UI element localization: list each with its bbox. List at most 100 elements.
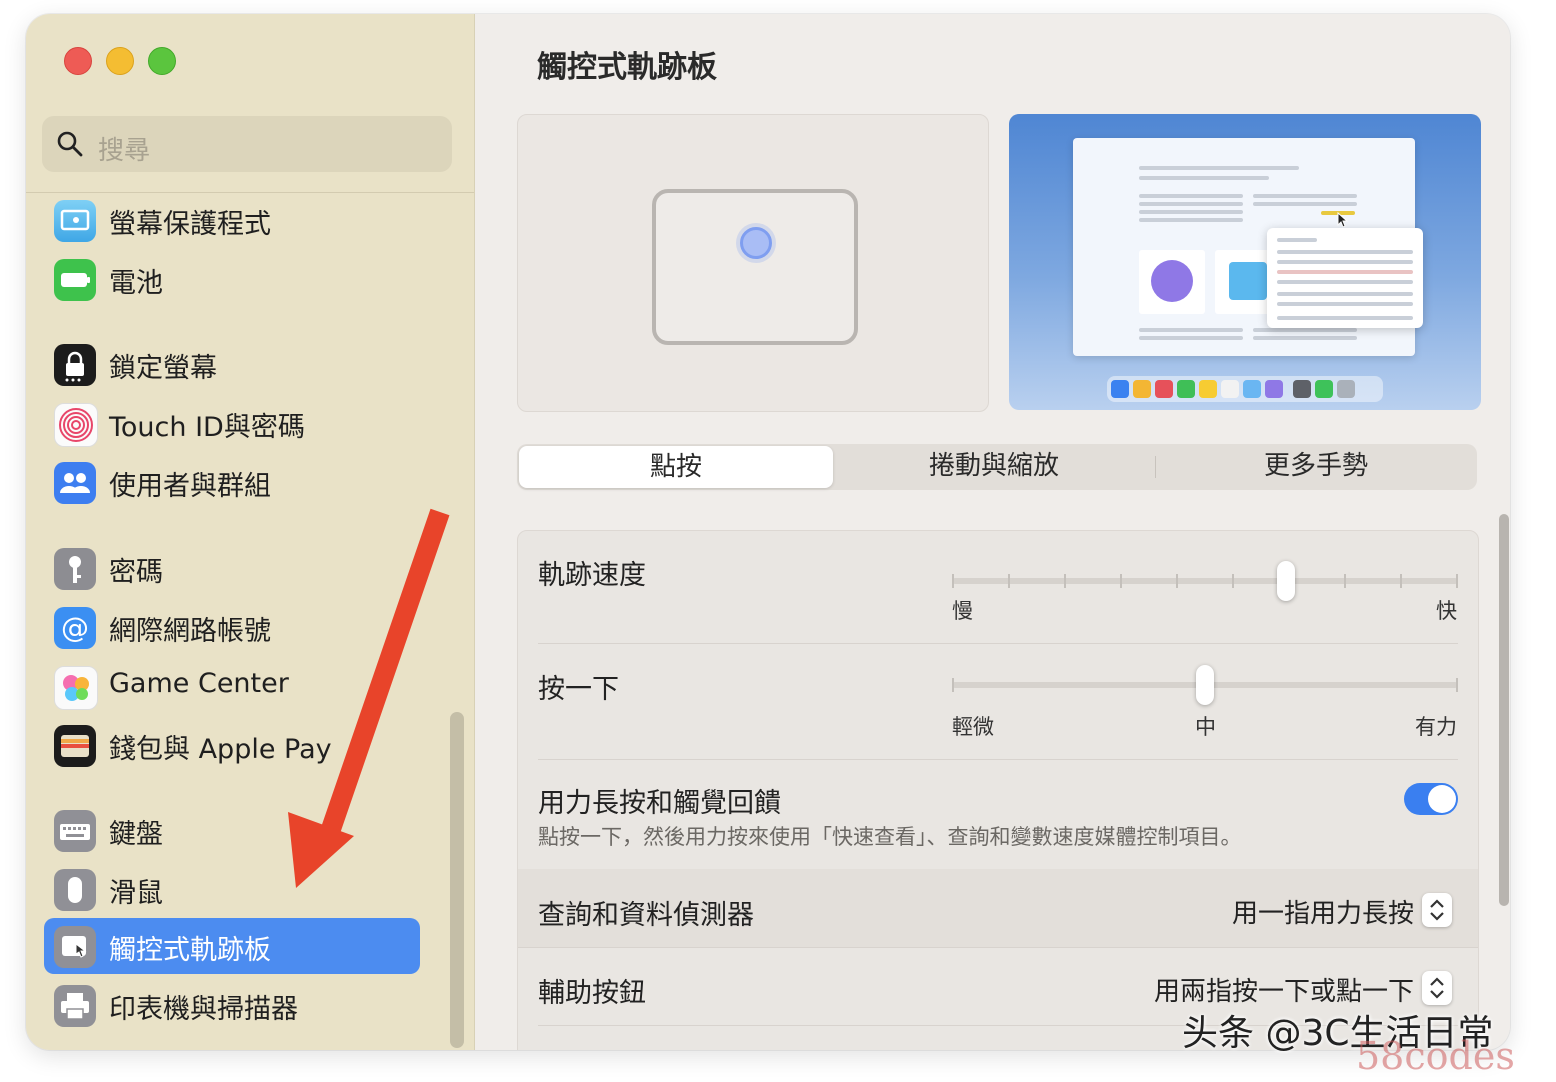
dock [1107,376,1383,402]
slider-knob[interactable] [1277,561,1295,601]
cursor-icon [1337,212,1349,228]
sidebar-item-label: 滑鼠 [109,878,163,909]
tab-scroll-zoom[interactable]: 捲動與縮放 [835,444,1153,490]
keyboard-icon [54,810,96,852]
tab-separator [1155,456,1156,478]
slider-left-label: 輕微 [952,715,994,739]
tracking-speed-label: 軌跡速度 [538,560,646,591]
sidebar-item-lock-screen[interactable]: 鎖定螢幕 [44,336,420,392]
sidebar-item-printers[interactable]: 印表機與掃描器 [44,977,420,1033]
trackpad-icon [54,926,96,968]
sidebar-item-label: 螢幕保護程式 [109,209,271,240]
slider-tick [952,678,954,692]
sidebar-item-wallet[interactable]: 錢包與 Apple Pay [44,717,420,773]
sidebar-item-label: 印表機與掃描器 [109,994,298,1025]
zoom-window-button[interactable] [148,47,176,75]
tracking-speed-slider[interactable] [952,561,1458,601]
slider-right-label: 有力 [1415,715,1457,739]
slider-mid-label: 中 [1195,715,1216,739]
slider-tick [952,574,954,588]
svg-text:@: @ [61,611,89,644]
sidebar-item-battery[interactable]: 電池 [44,251,420,307]
sidebar-item-label: Game Center [109,668,289,699]
sidebar-item-label: 密碼 [109,557,163,588]
lookup-popup-button[interactable] [1422,893,1452,927]
slider-tick [1232,574,1234,588]
lookup-label: 查詢和資料偵測器 [538,900,754,931]
close-window-button[interactable] [64,47,92,75]
gesture-demo-preview [1009,114,1481,410]
sidebar-item-label: 網際網路帳號 [109,616,271,647]
slider-tick [1456,678,1458,692]
sidebar-item-label: 觸控式軌跡板 [109,935,271,966]
click-pressure-slider[interactable] [952,665,1458,705]
row-separator [518,947,1478,948]
slider-tick [1120,574,1122,588]
users-icon [54,462,96,504]
sidebar-item-internet-accounts[interactable]: @ 網際網路帳號 [44,599,420,655]
sidebar-item-trackpad[interactable]: 觸控式軌跡板 [44,918,420,974]
battery-icon [54,259,96,301]
wallet-icon [54,725,96,767]
search-placeholder: 搜尋 [98,136,151,166]
main-scrollbar[interactable] [1499,514,1509,906]
tab-more-gestures[interactable]: 更多手勢 [1157,444,1475,490]
slider-track [952,578,1458,584]
sidebar: 搜尋 螢幕保護程式 電池 鎖定螢幕 Touch ID與密碼 使用者與群組 密碼 … [26,14,475,1050]
game-center-icon [54,666,98,710]
quick-look-popover [1267,228,1423,328]
sidebar-scrollbar[interactable] [450,712,464,1048]
settings-panel: 軌跡速度 慢 快 按一下 輕微 中 有力 用力長按和觸覺回饋 點按一下，然後用力… [517,530,1479,1050]
slider-max-label: 快 [1436,599,1457,623]
secondary-click-popup-button[interactable] [1422,971,1452,1005]
slider-tick [1176,574,1178,588]
mouse-icon [54,869,96,911]
sidebar-item-mouse[interactable]: 滑鼠 [44,861,420,917]
lock-screen-icon [54,344,96,386]
search-icon [57,131,83,157]
force-click-label: 用力長按和觸覺回饋 [538,788,781,819]
slider-tick [1456,574,1458,588]
secondary-click-label: 輔助按鈕 [538,978,646,1009]
sidebar-item-label: 電池 [109,268,163,299]
row-separator [538,643,1458,644]
slider-tick [1344,574,1346,588]
tab-bar: 點按 捲動與縮放 更多手勢 [517,444,1477,490]
force-click-description: 點按一下，然後用力按來使用「快速查看」、查詢和變數速度媒體控制項目。 [538,825,1242,849]
minimize-window-button[interactable] [106,47,134,75]
slider-tick [1400,574,1402,588]
lookup-value[interactable]: 用一指用力長按 [1232,893,1414,930]
sidebar-item-game-center[interactable]: Game Center [44,658,420,714]
sidebar-item-users[interactable]: 使用者與群組 [44,454,420,510]
watermark-secondary: 58codes [1356,1034,1515,1078]
screensaver-icon [54,200,96,242]
trackpad-illustration [652,189,858,345]
key-icon [54,548,96,590]
sidebar-item-label: 鍵盤 [109,819,163,850]
at-sign-icon: @ [54,607,96,649]
main-pane: 觸控式軌跡板 點按 捲動與縮放 更多手勢 軌跡速度 慢 快 按一下 輕微 中 有… [475,14,1510,1050]
trackpad-preview [517,114,989,412]
force-click-toggle[interactable] [1404,783,1458,815]
secondary-click-value[interactable]: 用兩指按一下或點一下 [1154,971,1414,1008]
finger-tap-indicator [740,227,772,259]
tab-click[interactable]: 點按 [519,446,833,488]
search-field[interactable]: 搜尋 [42,116,452,172]
slider-tick [1008,574,1010,588]
sidebar-item-screensaver[interactable]: 螢幕保護程式 [44,192,420,248]
sidebar-item-touch-id[interactable]: Touch ID與密碼 [44,395,420,451]
row-separator [538,759,1458,760]
click-label: 按一下 [538,674,619,705]
sidebar-item-passwords[interactable]: 密碼 [44,540,420,596]
slider-tick [1064,574,1066,588]
toggle-knob [1428,785,1456,813]
chevron-up-down-icon [1430,977,1444,999]
fingerprint-icon [54,403,98,447]
slider-knob[interactable] [1196,665,1214,705]
page-title: 觸控式軌跡板 [537,50,717,85]
sidebar-item-keyboard[interactable]: 鍵盤 [44,802,420,858]
slider-min-label: 慢 [952,599,973,623]
chevron-up-down-icon [1430,899,1444,921]
printer-icon [54,985,96,1027]
sidebar-item-label: 錢包與 Apple Pay [109,734,332,765]
